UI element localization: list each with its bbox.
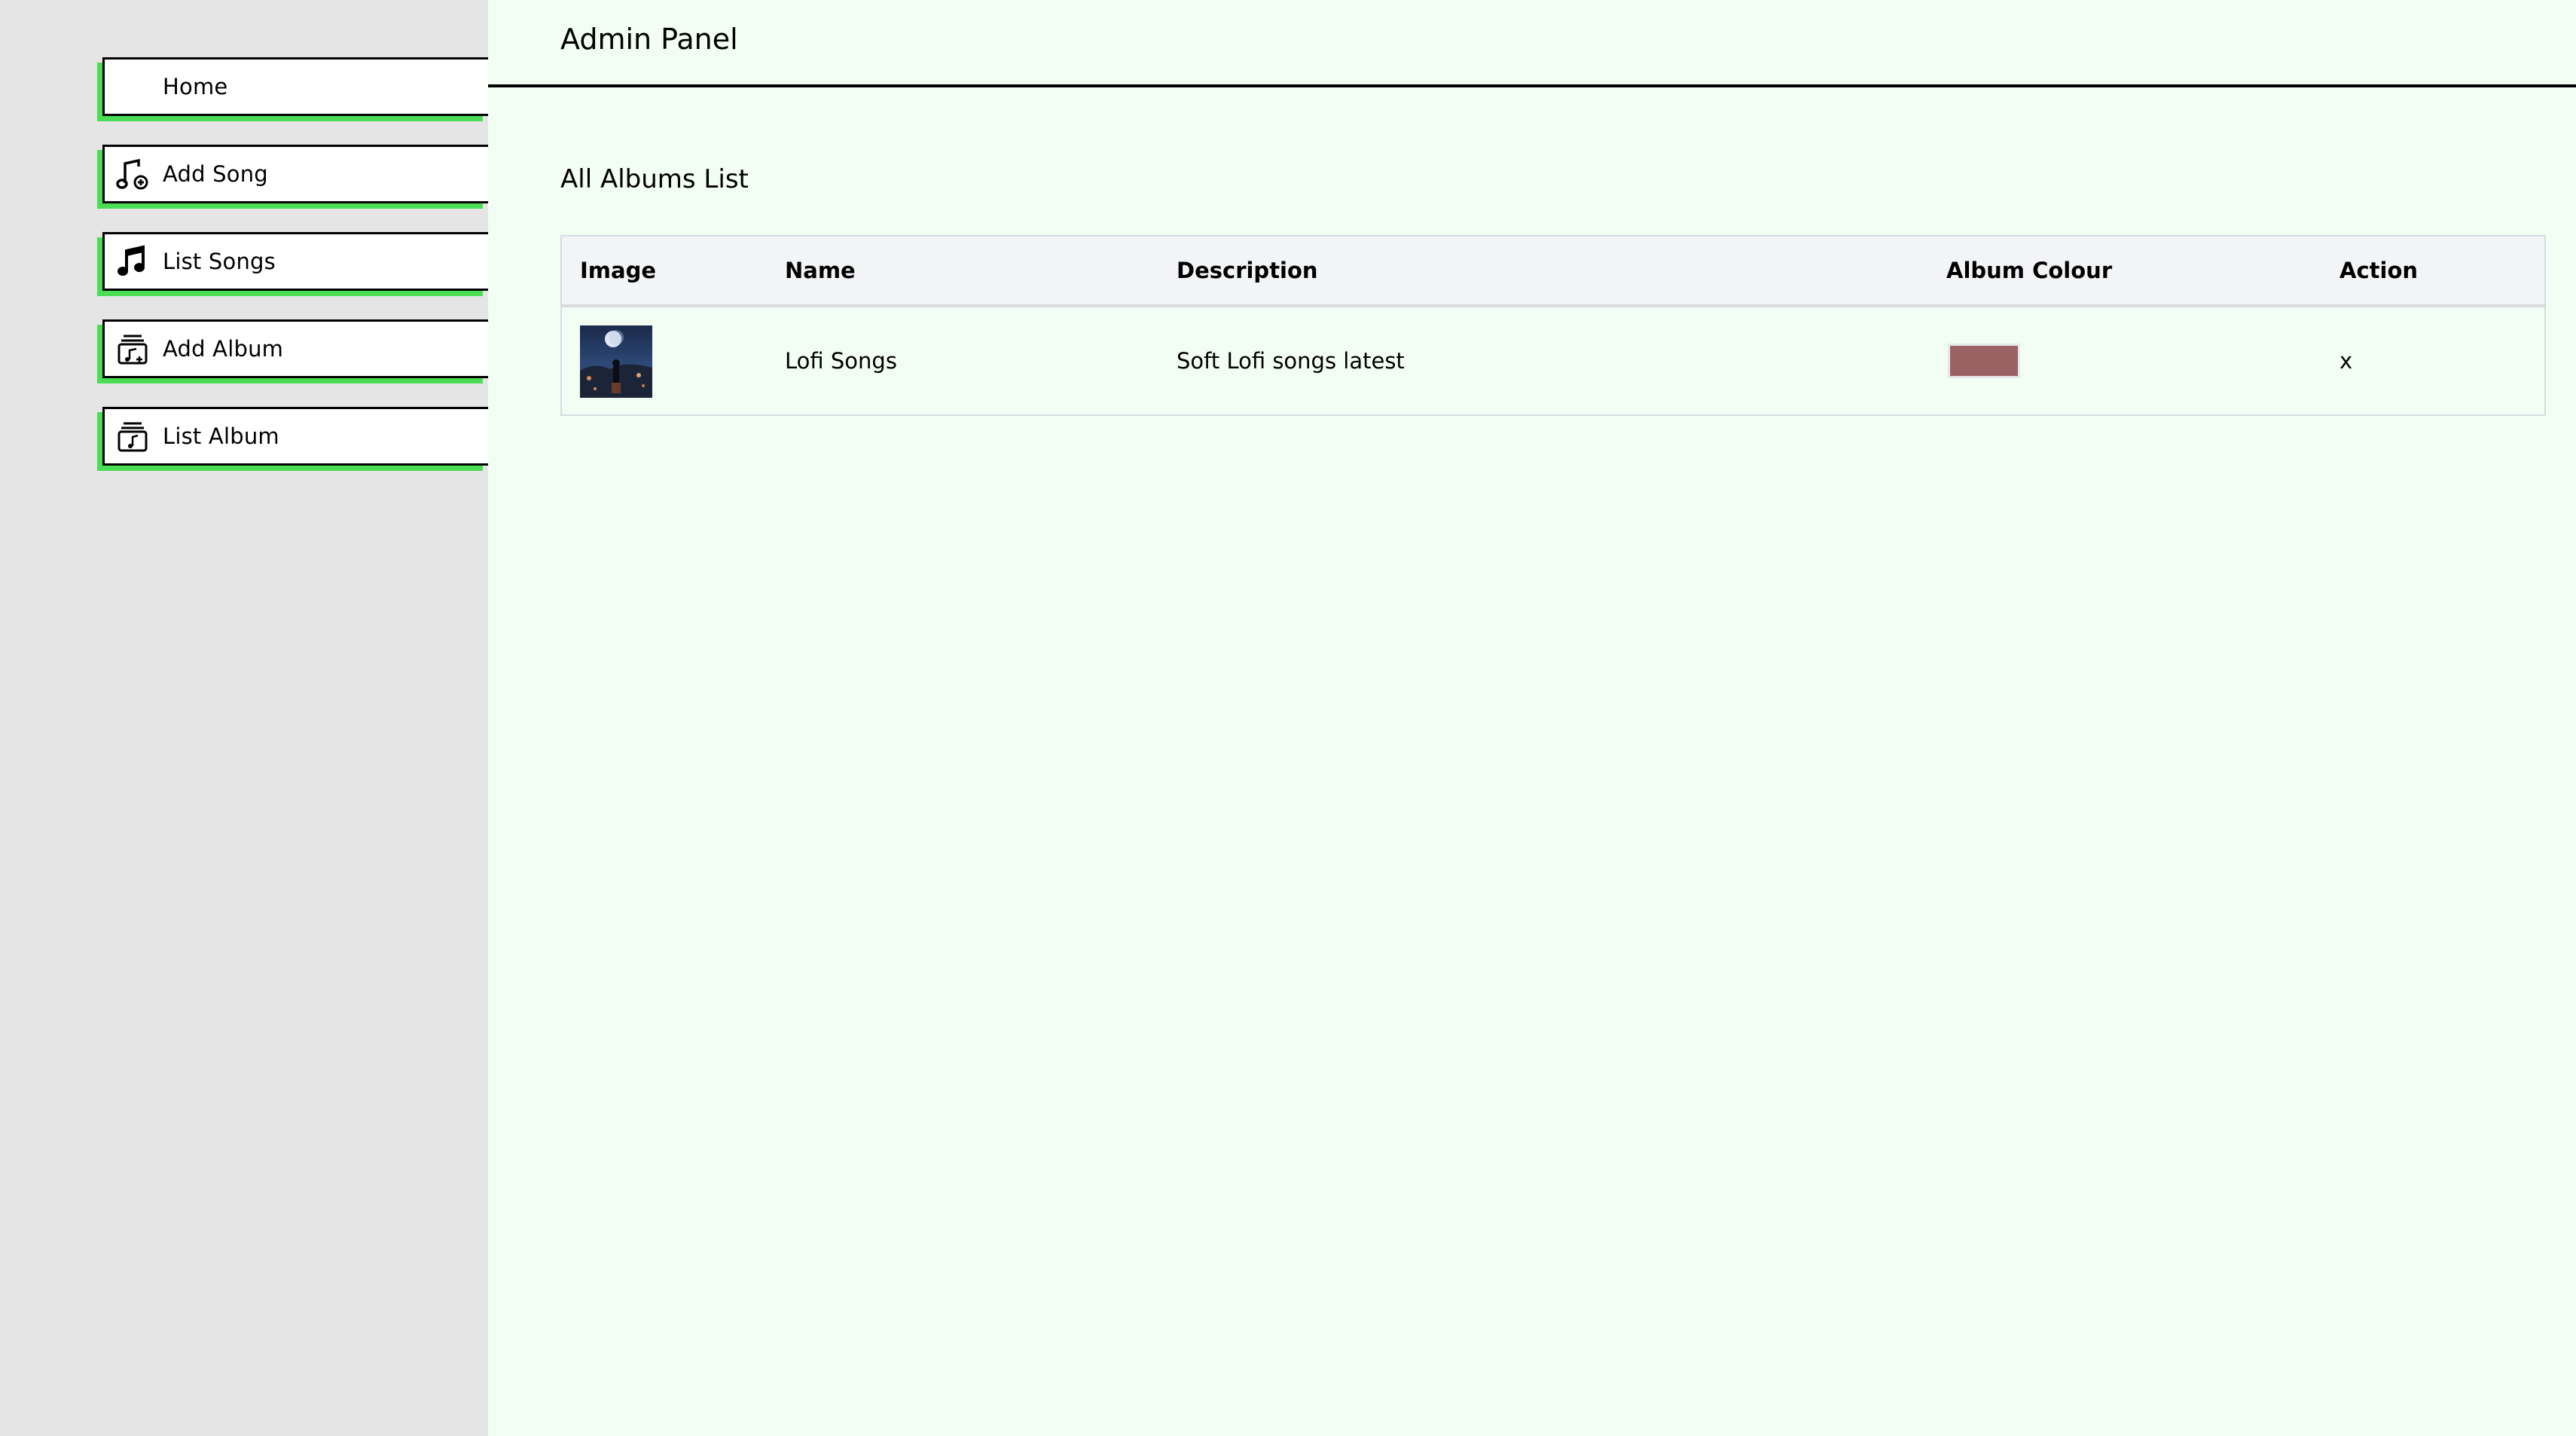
sidebar-item-label: Add Song: [163, 161, 268, 187]
music-note-icon: [115, 244, 150, 279]
top-header: Admin Panel: [488, 0, 2576, 87]
album-name: Lofi Songs: [785, 348, 897, 374]
section-title: All Albums List: [560, 164, 749, 194]
column-header-name: Name: [785, 258, 856, 283]
albums-table: Image Name Description Album Colour Acti…: [560, 235, 2546, 416]
column-header-album-colour: Album Colour: [1946, 258, 2113, 283]
album-thumbnail: [580, 325, 652, 398]
sidebar-item-list-songs[interactable]: List Songs: [102, 232, 488, 291]
sidebar: Home Add Song List Songs Add Album List …: [0, 0, 488, 1436]
sidebar-item-add-album[interactable]: Add Album: [102, 319, 488, 378]
album-add-icon: [115, 332, 150, 366]
delete-album-button[interactable]: x: [2339, 348, 2352, 374]
table-header: Image Name Description Album Colour Acti…: [562, 237, 2544, 307]
admin-app: Home Add Song List Songs Add Album List …: [0, 0, 2576, 1436]
column-header-image: Image: [580, 258, 657, 283]
album-colour-swatch: [1948, 344, 2020, 378]
sidebar-item-add-song[interactable]: Add Song: [102, 145, 488, 203]
column-header-description: Description: [1177, 258, 1318, 283]
album-list-icon: [115, 419, 150, 454]
column-header-action: Action: [2339, 258, 2419, 283]
sidebar-item-home[interactable]: Home: [102, 57, 488, 116]
sidebar-item-label: Add Album: [163, 336, 284, 362]
album-description: Soft Lofi songs latest: [1177, 348, 1405, 374]
sidebar-item-list-album[interactable]: List Album: [102, 407, 488, 466]
music-note-add-icon: [115, 157, 150, 191]
table-row: Lofi Songs Soft Lofi songs latest x: [562, 307, 2544, 414]
page-title: Admin Panel: [560, 23, 738, 56]
sidebar-item-label: List Album: [163, 423, 279, 449]
sidebar-item-label: List Songs: [163, 249, 276, 274]
sidebar-item-label: Home: [163, 74, 228, 99]
